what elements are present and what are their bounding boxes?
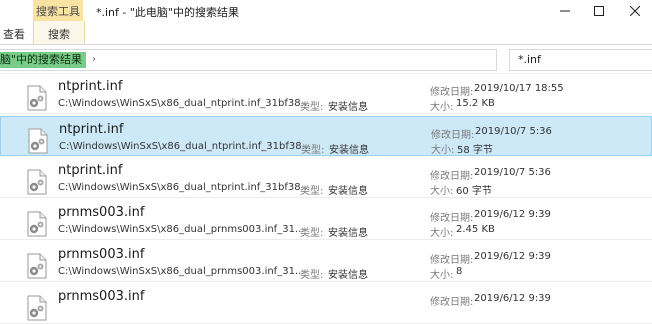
- file-name: ntprint.inf: [59, 122, 124, 137]
- modified-label: 修改日期:: [430, 297, 474, 308]
- modified-value: 2019/6/12 9:39: [474, 251, 551, 262]
- search-tools-context-tab[interactable]: 搜索工具: [33, 0, 83, 21]
- breadcrumb-chevron-icon[interactable]: ›: [92, 52, 96, 68]
- type-label: 类型:: [300, 102, 324, 113]
- modified-value: 2019/10/7 5:36: [474, 167, 551, 178]
- inf-settings-file-icon: [27, 253, 47, 279]
- search-query: *.inf: [518, 53, 541, 66]
- modified-label: 修改日期:: [431, 130, 475, 141]
- maximize-icon: [594, 5, 604, 16]
- modified-value: 2019/10/7 5:36: [475, 126, 552, 137]
- result-row[interactable]: ntprint.inf 修改日期: 2019/10/7 5:36 C:\Windows…: [0, 116, 652, 156]
- type-value: 安装信息: [328, 270, 368, 281]
- type-label: 类型:: [300, 228, 324, 239]
- minimize-button[interactable]: [548, 0, 582, 21]
- file-path: C:\Windows\WinSxS\x86_dual_ntprint.inf_3…: [58, 98, 311, 109]
- title-bar: 搜索工具 *.inf - "此电脑"中的搜索结果 查看 搜索: [0, 0, 652, 44]
- result-row[interactable]: prnms003.inf 修改日期: 2019/6/12 9:39: [0, 284, 652, 324]
- size-label: 大小:: [430, 228, 454, 239]
- type-value: 安装信息: [329, 145, 369, 156]
- result-row[interactable]: prnms003.inf 修改日期: 2019/6/12 9:39 C:\Window…: [0, 200, 652, 240]
- close-icon: [630, 5, 640, 16]
- tab-search[interactable]: 搜索: [48, 26, 70, 42]
- type-value: 安装信息: [328, 228, 368, 239]
- window-title: *.inf - "此电脑"中的搜索结果: [96, 6, 239, 19]
- search-input[interactable]: *.inf: [509, 49, 652, 71]
- size-label: 大小:: [430, 186, 454, 197]
- modified-label: 修改日期:: [430, 171, 474, 182]
- result-row[interactable]: prnms003.inf 修改日期: 2019/6/12 9:39 C:\Window…: [0, 242, 652, 282]
- type-label: 类型:: [300, 186, 324, 197]
- type-label: 类型:: [301, 145, 325, 156]
- search-results-list: ntprint.inf 修改日期: 2019/10/17 18:55 C:\Windo…: [0, 74, 652, 324]
- size-value: 8: [456, 266, 463, 277]
- file-path: C:\Windows\WinSxS\x86_dual_prnms003.inf_…: [58, 224, 305, 235]
- size-value: 15.2 KB: [456, 98, 495, 109]
- file-name: ntprint.inf: [58, 163, 123, 178]
- modified-value: 2019/6/12 9:39: [474, 209, 551, 220]
- file-name: ntprint.inf: [58, 79, 123, 94]
- size-value: 60 字节: [456, 186, 492, 197]
- size-label: 大小:: [430, 102, 454, 113]
- address-bar[interactable]: 脑"中的搜索结果 ›: [0, 49, 497, 71]
- inf-settings-file-icon: [28, 128, 48, 154]
- modified-value: 2019/10/17 18:55: [474, 83, 564, 94]
- size-label: 大小:: [430, 270, 454, 281]
- file-path: C:\Windows\WinSxS\x86_dual_ntprint.inf_3…: [59, 141, 312, 152]
- file-name: prnms003.inf: [58, 247, 145, 262]
- inf-settings-file-icon: [27, 169, 47, 195]
- tab-view[interactable]: 查看: [3, 26, 25, 42]
- file-name: prnms003.inf: [58, 289, 145, 304]
- type-value: 安装信息: [328, 102, 368, 113]
- type-value: 安装信息: [328, 186, 368, 197]
- size-value: 2.45 KB: [456, 224, 495, 235]
- size-value: 58 字节: [457, 145, 493, 156]
- modified-label: 修改日期:: [430, 87, 474, 98]
- minimize-icon: [560, 10, 570, 11]
- file-name: prnms003.inf: [58, 205, 145, 220]
- file-path: C:\Windows\WinSxS\x86_dual_prnms003.inf_…: [58, 266, 305, 277]
- address-row: 脑"中的搜索结果 › *.inf: [0, 45, 652, 73]
- close-button[interactable]: [618, 0, 652, 21]
- modified-label: 修改日期:: [430, 255, 474, 266]
- size-label: 大小:: [431, 145, 455, 156]
- inf-settings-file-icon: [27, 211, 47, 237]
- result-row[interactable]: ntprint.inf 修改日期: 2019/10/17 18:55 C:\Windo…: [0, 74, 652, 114]
- result-row[interactable]: ntprint.inf 修改日期: 2019/10/7 5:36 C:\Windows…: [0, 158, 652, 198]
- maximize-button[interactable]: [582, 0, 616, 21]
- type-label: 类型:: [300, 270, 324, 281]
- breadcrumb-search-results[interactable]: 脑"中的搜索结果: [0, 52, 87, 68]
- inf-settings-file-icon: [27, 85, 47, 111]
- modified-label: 修改日期:: [430, 213, 474, 224]
- file-path: C:\Windows\WinSxS\x86_dual_ntprint.inf_3…: [58, 182, 311, 193]
